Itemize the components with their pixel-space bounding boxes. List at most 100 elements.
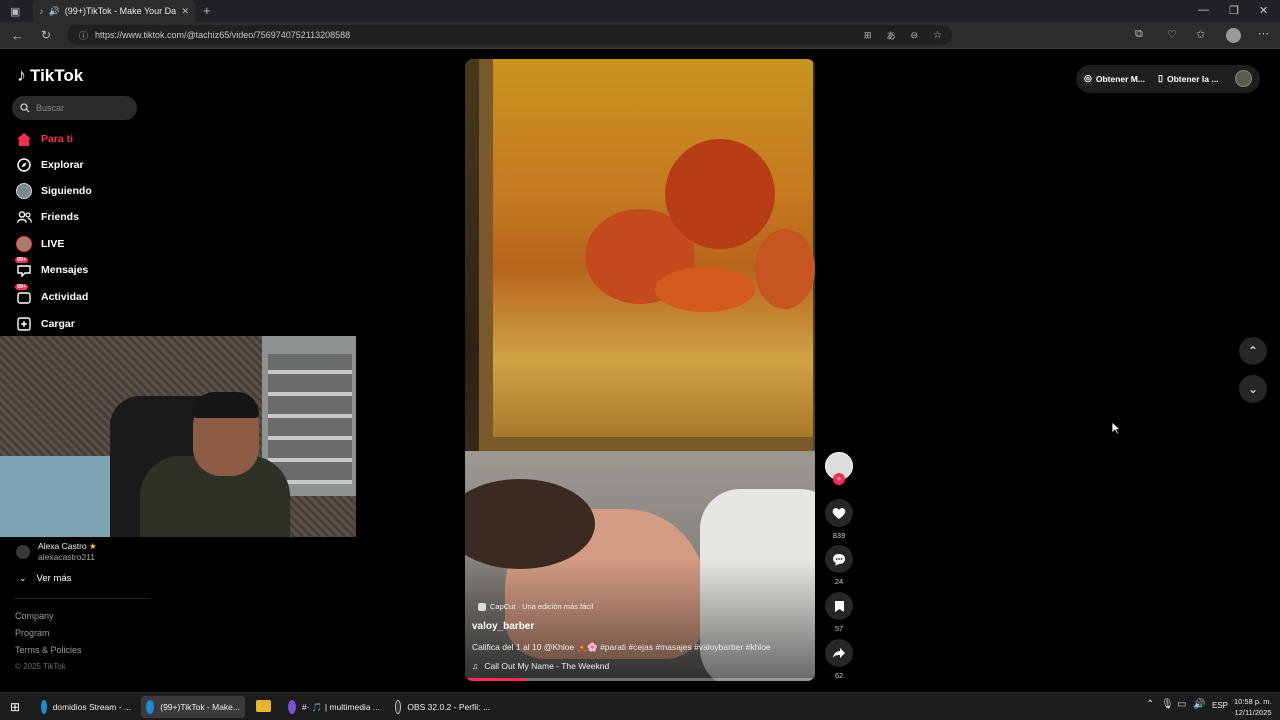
taskbar-label: OBS 32.0.2 - Perfil: ... xyxy=(407,702,490,712)
following-user-handle: alexacastro211 xyxy=(38,552,96,562)
file-explorer-icon[interactable] xyxy=(256,700,271,712)
share-action[interactable]: 62 xyxy=(824,639,854,680)
tab-close-icon[interactable]: ✕ xyxy=(181,6,189,17)
tiktok-favicon-icon: ♪ xyxy=(39,6,44,16)
previous-video-button[interactable]: ⌃ xyxy=(1239,337,1267,365)
tray-chevron-icon[interactable]: ⌃ xyxy=(1146,699,1154,710)
windows-taskbar: ⊞ domidios Stream - ... (99+)TikTok - Ma… xyxy=(0,692,1280,720)
nav-label: Cargar xyxy=(41,318,75,330)
nav-para-ti[interactable]: Para ti xyxy=(16,128,156,150)
minimize-icon[interactable]: — xyxy=(1198,4,1209,16)
comment-action[interactable]: 24 xyxy=(824,545,854,586)
zoom-icon[interactable]: ⊖ xyxy=(910,30,918,41)
activity-icon: 99+ xyxy=(15,284,32,305)
capcut-icon xyxy=(478,602,486,611)
shelf-shoes xyxy=(268,354,352,484)
get-coins-button[interactable]: ◎ Obtener M... xyxy=(1084,73,1145,84)
favorite-star-icon[interactable]: ☆ xyxy=(933,30,942,41)
upload-icon xyxy=(16,316,32,332)
get-coins-label: Obtener M... xyxy=(1095,73,1145,84)
like-button[interactable] xyxy=(825,499,853,527)
taskbar-item-obs[interactable]: OBS 32.0.2 - Perfil: ... xyxy=(390,696,495,718)
like-count: 839 xyxy=(832,531,846,540)
chevron-up-icon: ⌃ xyxy=(1247,344,1259,358)
orange-fruit-large xyxy=(665,139,775,249)
browser-tab-active[interactable]: ♪ 🔊 (99+)TikTok - Make Your Day ✕ xyxy=(33,0,195,22)
taskbar-item-multimedia[interactable]: #· 🎵 | multimedia ... xyxy=(283,696,385,718)
video-music[interactable]: ♫ Call Out My Name - The Weeknd xyxy=(472,661,609,671)
nav-live[interactable]: LIVE xyxy=(16,233,156,255)
star-icon: ★ xyxy=(89,541,97,551)
maximize-icon[interactable]: ❐ xyxy=(1229,4,1239,17)
microphone-icon[interactable]: 🎙 xyxy=(1161,699,1174,710)
back-icon[interactable]: ← xyxy=(11,28,24,43)
video-player[interactable]: CapCut · Una edición más fácil valoy_bar… xyxy=(465,59,815,681)
favorites-icon[interactable]: ✩ xyxy=(1196,28,1205,41)
save-button[interactable] xyxy=(825,592,853,620)
speaker-icon[interactable]: 🔊 xyxy=(49,6,60,17)
url-field[interactable]: ⓘ https://www.tiktok.com/@tachiz65/video… xyxy=(67,25,952,45)
nav-mensajes[interactable]: 99+ Mensajes xyxy=(15,257,156,281)
new-tab-icon[interactable]: + xyxy=(203,3,211,18)
network-icon[interactable]: ▭ xyxy=(1177,699,1186,710)
following-avatar-icon xyxy=(16,183,32,199)
tab-actions-icon[interactable]: ▣ xyxy=(10,5,20,18)
bookmark-icon xyxy=(834,600,844,612)
browser-essentials-icon[interactable]: ♡ xyxy=(1167,28,1177,41)
following-user-avatar xyxy=(16,544,30,559)
phone-icon: ▯ xyxy=(1158,73,1163,83)
next-video-button[interactable]: ⌄ xyxy=(1239,375,1267,403)
creator-avatar[interactable]: + xyxy=(824,452,854,485)
footer-terms-link[interactable]: Terms & Policies xyxy=(15,645,82,655)
save-action[interactable]: 57 xyxy=(824,592,854,633)
nav-explorar[interactable]: Explorar xyxy=(16,154,156,176)
get-app-label: Obtener la ... xyxy=(1166,73,1219,84)
app-available-icon[interactable]: ⊞ xyxy=(864,30,872,41)
volume-icon[interactable]: 🔊 xyxy=(1193,699,1205,710)
profile-avatar[interactable] xyxy=(1226,28,1241,43)
nav-label: Siguiendo xyxy=(41,185,92,197)
search-input[interactable]: Buscar xyxy=(12,96,137,120)
share-icon xyxy=(833,648,845,658)
obs-icon xyxy=(395,700,402,714)
translate-icon[interactable]: あ xyxy=(886,29,895,42)
video-author[interactable]: valoy_barber xyxy=(472,621,534,632)
search-icon xyxy=(20,103,30,113)
nav-cargar[interactable]: Cargar xyxy=(16,313,156,335)
following-user-name: Alexa Castro ★ xyxy=(38,541,97,551)
footer-program-link[interactable]: Program xyxy=(15,628,82,638)
footer-company-link[interactable]: Company xyxy=(15,611,82,621)
orange-peel xyxy=(655,267,755,312)
url-text: https://www.tiktok.com/@tachiz65/video/7… xyxy=(95,30,351,40)
nav-siguiendo[interactable]: Siguiendo xyxy=(16,180,156,202)
reload-icon[interactable]: ↻ xyxy=(41,28,51,42)
like-action[interactable]: 839 xyxy=(824,499,854,540)
comment-button[interactable] xyxy=(825,545,853,573)
tiktok-page: ♪ TikTok Buscar Para ti Explorar Siguien… xyxy=(0,49,1280,692)
progress-track[interactable] xyxy=(465,678,815,681)
taskbar-item-stream[interactable]: domidios Stream - ... xyxy=(36,696,136,718)
user-avatar[interactable] xyxy=(1235,70,1252,87)
clock-date: 12/11/2025 xyxy=(1234,708,1272,717)
extensions-icon[interactable]: ⧉ xyxy=(1135,28,1143,41)
tiktok-logo[interactable]: ♪ TikTok xyxy=(17,65,83,86)
ver-mas-button[interactable]: ⌄ Ver más xyxy=(19,573,71,584)
window-close-icon[interactable]: ✕ xyxy=(1259,4,1268,17)
follow-plus-icon[interactable]: + xyxy=(833,473,845,485)
following-user[interactable]: Alexa Castro ★ alexacastro211 xyxy=(16,541,97,562)
orange-slice xyxy=(755,229,815,309)
get-app-button[interactable]: ▯ Obtener la ... xyxy=(1158,73,1218,84)
chevron-down-icon: ⌄ xyxy=(1247,382,1259,396)
nav-friends[interactable]: Friends xyxy=(16,206,156,228)
site-info-icon[interactable]: ⓘ xyxy=(79,29,88,42)
share-button[interactable] xyxy=(825,639,853,667)
language-indicator[interactable]: ESP xyxy=(1212,701,1228,710)
nav-actividad[interactable]: 99+ Actividad xyxy=(15,284,156,308)
sidebar-divider xyxy=(14,598,150,599)
share-count: 62 xyxy=(834,671,844,680)
capcut-label[interactable]: CapCut · Una edición más fácil xyxy=(478,602,593,611)
taskbar-clock[interactable]: 10:58 p. m. 12/11/2025 xyxy=(1234,696,1272,718)
more-menu-icon[interactable]: ⋯ xyxy=(1258,27,1269,40)
taskbar-item-tiktok[interactable]: (99+)TikTok - Make... xyxy=(141,696,245,718)
windows-start-icon[interactable]: ⊞ xyxy=(10,700,20,714)
